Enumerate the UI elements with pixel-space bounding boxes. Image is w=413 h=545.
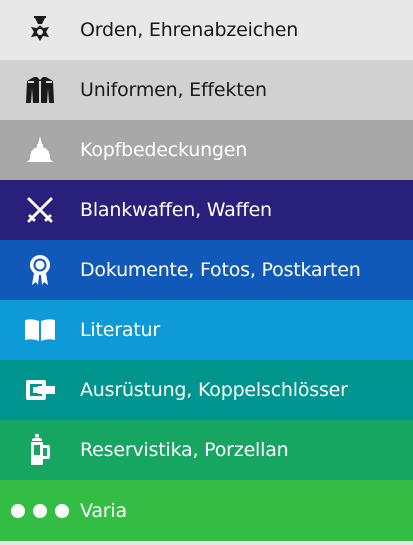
menu-item-orden[interactable]: Orden, Ehrenabzeichen bbox=[0, 0, 413, 60]
category-menu: Orden, Ehrenabzeichen Uniformen, Effekte… bbox=[0, 0, 413, 541]
uniform-icon bbox=[0, 60, 80, 120]
bottom-divider bbox=[0, 541, 413, 545]
menu-item-label: Kopfbedeckungen bbox=[80, 139, 248, 161]
belt-buckle-icon bbox=[0, 360, 80, 420]
menu-item-label: Varia bbox=[80, 499, 127, 522]
menu-item-literatur[interactable]: Literatur bbox=[0, 300, 413, 360]
menu-item-ausruestung[interactable]: Ausrüstung, Koppelschlösser bbox=[0, 360, 413, 420]
crossed-swords-icon bbox=[0, 180, 80, 240]
open-book-icon bbox=[0, 300, 80, 360]
menu-item-reservistika[interactable]: Reservistika, Porzellan bbox=[0, 420, 413, 480]
menu-item-label: Ausrüstung, Koppelschlösser bbox=[80, 379, 348, 401]
menu-item-label: Reservistika, Porzellan bbox=[80, 439, 289, 461]
spiked-helmet-icon bbox=[0, 120, 80, 180]
medal-icon bbox=[0, 0, 80, 60]
menu-item-kopfbedeckungen[interactable]: Kopfbedeckungen bbox=[0, 120, 413, 180]
menu-item-varia[interactable]: Varia bbox=[0, 480, 413, 541]
menu-item-label: Orden, Ehrenabzeichen bbox=[80, 19, 299, 41]
rosette-icon bbox=[0, 240, 80, 300]
beer-stein-icon bbox=[0, 420, 80, 480]
menu-item-label: Literatur bbox=[80, 319, 160, 341]
three-dots-icon bbox=[0, 480, 80, 541]
menu-item-label: Blankwaffen, Waffen bbox=[80, 199, 272, 221]
menu-item-dokumente[interactable]: Dokumente, Fotos, Postkarten bbox=[0, 240, 413, 300]
menu-item-blankwaffen[interactable]: Blankwaffen, Waffen bbox=[0, 180, 413, 240]
menu-item-label: Dokumente, Fotos, Postkarten bbox=[80, 259, 361, 281]
menu-item-label: Uniformen, Effekten bbox=[80, 79, 267, 101]
menu-item-uniformen[interactable]: Uniformen, Effekten bbox=[0, 60, 413, 120]
